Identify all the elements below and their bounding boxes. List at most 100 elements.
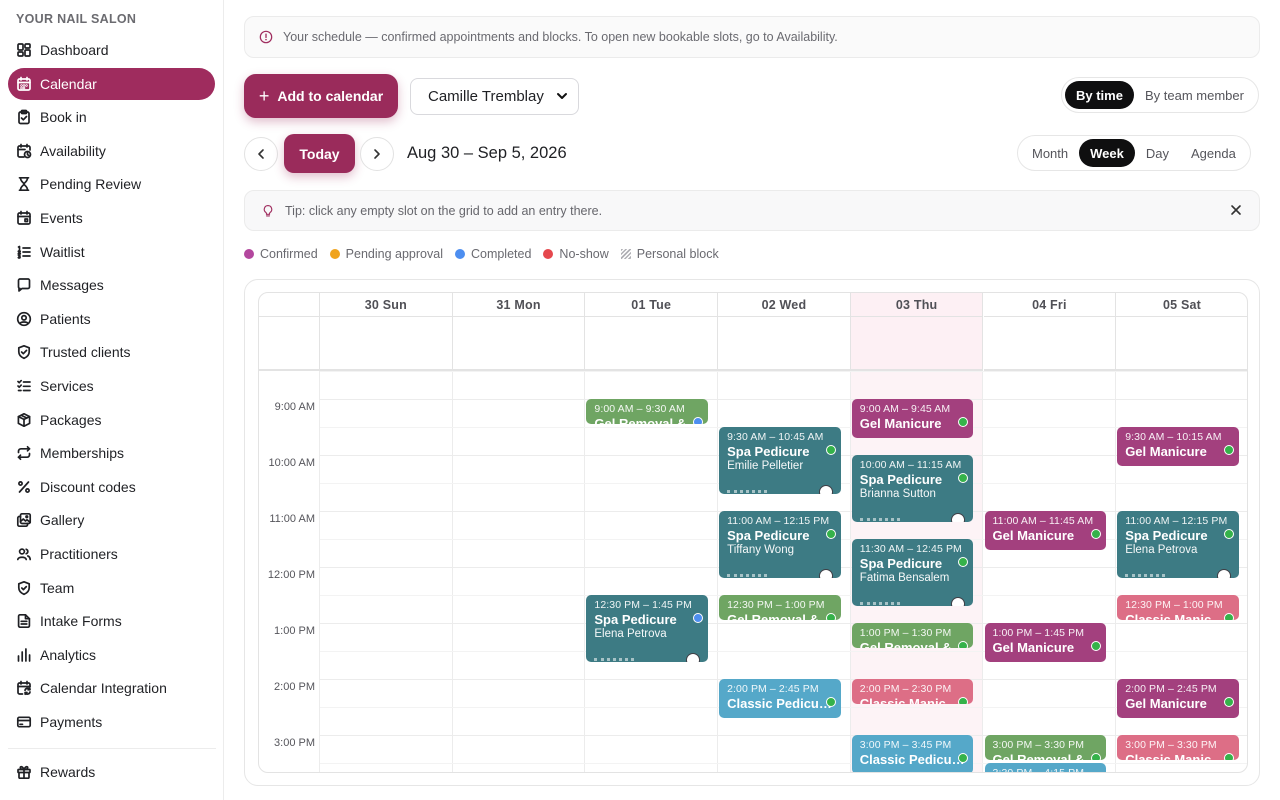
appointment-time: 12:30 PM – 1:45 PM bbox=[594, 599, 692, 611]
sidebar-item-availability[interactable]: Availability bbox=[8, 135, 215, 167]
sidebar-item-waitlist[interactable]: Waitlist bbox=[8, 236, 215, 268]
appointment-block[interactable]: 12:30 PM – 1:45 PM Spa Pedicure Elena Petr… bbox=[586, 595, 709, 662]
day-column[interactable] bbox=[585, 371, 719, 772]
all-day-cell[interactable] bbox=[983, 317, 1117, 371]
appointment-block[interactable]: 10:00 AM – 11:15 AM Spa Pedicure Brianna S… bbox=[851, 455, 974, 522]
status-dot bbox=[1223, 613, 1234, 620]
sidebar-item-label: Intake Forms bbox=[40, 613, 122, 630]
view-mode-by-team-member[interactable]: By team member bbox=[1134, 81, 1255, 109]
range-agenda[interactable]: Agenda bbox=[1180, 139, 1247, 167]
appointment-time: 9:00 AM – 9:45 AM bbox=[859, 403, 951, 415]
all-day-cell[interactable] bbox=[320, 317, 453, 371]
appointment-block[interactable]: 11:00 AM – 11:45 AM Gel Manicure bbox=[984, 511, 1107, 550]
legend-item: Completed bbox=[454, 247, 531, 261]
status-dot bbox=[1223, 697, 1234, 707]
all-day-cell[interactable] bbox=[452, 317, 586, 371]
appointment-time: 3:00 PM – 3:45 PM bbox=[859, 739, 952, 751]
sidebar-item-services[interactable]: Services bbox=[8, 370, 215, 402]
appointment-block[interactable]: 1:00 PM – 1:45 PM Gel Manicure bbox=[984, 623, 1107, 662]
appointment-service: Gel Removal & bbox=[594, 416, 687, 424]
add-to-calendar-button[interactable]: + Add to calendar bbox=[244, 74, 398, 118]
shield-check-icon bbox=[16, 344, 32, 360]
truncated-text bbox=[859, 518, 900, 522]
appointment-block[interactable]: 12:30 PM – 1:00 PM Classic Manic… bbox=[1117, 595, 1239, 620]
hour-gridline bbox=[320, 623, 1247, 624]
appointment-block[interactable]: 9:30 AM – 10:15 AM Gel Manicure bbox=[1117, 427, 1239, 466]
sidebar-item-intake-forms[interactable]: Intake Forms bbox=[8, 605, 215, 637]
sidebar-item-messages[interactable]: Messages bbox=[8, 269, 215, 301]
calendar-icon bbox=[16, 76, 32, 92]
appointment-time: 11:00 AM – 12:15 PM bbox=[727, 515, 830, 527]
all-day-cell[interactable] bbox=[585, 317, 719, 371]
appointment-block[interactable]: 3:00 PM – 3:30 PM Gel Removal & bbox=[984, 735, 1107, 760]
appointment-time: 12:30 PM – 1:00 PM bbox=[1125, 599, 1223, 611]
sidebar-item-team[interactable]: Team bbox=[8, 572, 215, 604]
sidebar-item-pending-review[interactable]: Pending Review bbox=[8, 168, 215, 200]
sidebar-item-patients[interactable]: Patients bbox=[8, 303, 215, 335]
range-day[interactable]: Day bbox=[1135, 139, 1180, 167]
range-month[interactable]: Month bbox=[1021, 139, 1079, 167]
appointment-block[interactable]: 12:30 PM – 1:00 PM Gel Removal & bbox=[719, 595, 841, 620]
appointment-block[interactable]: 9:30 AM – 10:45 AM Spa Pedicure Emilie Pel… bbox=[719, 427, 841, 494]
sidebar-item-dashboard[interactable]: Dashboard bbox=[8, 34, 215, 66]
time-label: 2:00 PM bbox=[274, 681, 315, 693]
day-column[interactable] bbox=[453, 371, 586, 772]
legend-label: Personal block bbox=[636, 247, 719, 261]
time-label: 10:00 AM bbox=[268, 457, 315, 469]
appointment-block[interactable]: 3:00 PM – 3:30 PM Classic Manic… bbox=[1117, 735, 1239, 760]
day-column[interactable] bbox=[320, 371, 453, 772]
sidebar-item-analytics[interactable]: Analytics bbox=[8, 639, 215, 671]
team-member-select[interactable]: Camille Tremblay bbox=[410, 78, 579, 115]
calendar-range-toggle: Month Week Day Agenda bbox=[1017, 135, 1251, 171]
hour-gridline bbox=[320, 651, 1247, 652]
appointment-block[interactable]: 3:00 PM – 3:45 PM Classic Pedicu… bbox=[851, 735, 974, 772]
sidebar-item-label: Gallery bbox=[40, 512, 85, 529]
today-button[interactable]: Today bbox=[284, 134, 355, 173]
time-gutter-allday bbox=[259, 317, 320, 371]
sidebar-item-payments[interactable]: Payments bbox=[8, 706, 215, 738]
sidebar-item-practitioners[interactable]: Practitioners bbox=[8, 538, 215, 570]
day-column[interactable] bbox=[984, 371, 1117, 772]
appointment-service: Gel Manicure bbox=[1125, 444, 1207, 459]
appointment-block[interactable]: 9:00 AM – 9:30 AM Gel Removal & bbox=[586, 399, 709, 424]
appointment-block[interactable]: 2:00 PM – 2:30 PM Classic Manic… bbox=[851, 679, 974, 704]
appointment-time: 11:30 AM – 12:45 PM bbox=[859, 543, 962, 555]
sidebar-item-label: Rewards bbox=[40, 764, 96, 780]
all-day-cell[interactable] bbox=[1116, 317, 1247, 371]
sidebar-item-events[interactable]: Events bbox=[8, 202, 215, 234]
sidebar-item-label: Discount codes bbox=[40, 478, 136, 495]
appointment-client: Tiffany Wong bbox=[727, 544, 794, 556]
appointment-time: 3:00 PM – 3:30 PM bbox=[992, 739, 1085, 751]
add-to-calendar-label: Add to calendar bbox=[277, 88, 384, 104]
previous-week-button[interactable] bbox=[244, 137, 278, 171]
sidebar-item-gallery[interactable]: Gallery bbox=[8, 504, 215, 536]
appointment-block[interactable]: 11:00 AM – 12:15 PM Spa Pedicure Tiffany W… bbox=[719, 511, 841, 578]
next-week-button[interactable] bbox=[360, 137, 394, 171]
appointment-block[interactable]: 11:30 AM – 12:45 PM Spa Pedicure Fatima Be… bbox=[851, 539, 974, 606]
sidebar-item-discount-codes[interactable]: Discount codes bbox=[8, 471, 215, 503]
appointment-block[interactable]: 9:00 AM – 9:45 AM Gel Manicure bbox=[851, 399, 974, 438]
sidebar-item-calendar-integration[interactable]: Calendar Integration bbox=[8, 672, 215, 704]
appointment-block[interactable]: 2:00 PM – 2:45 PM Gel Manicure bbox=[1117, 679, 1239, 718]
appointment-service: Classic Manic… bbox=[1125, 752, 1225, 760]
appointment-block[interactable]: 11:00 AM – 12:15 PM Spa Pedicure Elena Pet… bbox=[1117, 511, 1239, 578]
appointment-service: Gel Removal & bbox=[727, 612, 819, 620]
sidebar-item-packages[interactable]: Packages bbox=[8, 404, 215, 436]
sidebar-item-rewards[interactable]: Rewards bbox=[8, 756, 215, 788]
appointment-block[interactable]: 1:00 PM – 1:30 PM Gel Removal & bbox=[851, 623, 974, 648]
view-mode-by-time[interactable]: By time bbox=[1065, 81, 1134, 109]
appointment-block[interactable]: 3:30 PM – 4:15 PM bbox=[984, 763, 1107, 772]
sidebar-item-label: Memberships bbox=[40, 445, 125, 462]
sidebar-item-calendar[interactable]: Calendar bbox=[8, 67, 215, 100]
close-icon[interactable] bbox=[1229, 203, 1243, 217]
sidebar-item-book-in[interactable]: Book in bbox=[8, 101, 215, 133]
status-dot bbox=[693, 613, 704, 623]
all-day-cell[interactable] bbox=[718, 317, 851, 371]
calendar-event-icon bbox=[16, 210, 32, 226]
appointment-block[interactable]: 2:00 PM – 2:45 PM Classic Pedicu… bbox=[719, 679, 841, 718]
sidebar-item-trusted-clients[interactable]: Trusted clients bbox=[8, 336, 215, 368]
all-day-cell[interactable] bbox=[850, 317, 984, 371]
range-week[interactable]: Week bbox=[1079, 139, 1135, 167]
sidebar-item-memberships[interactable]: Memberships bbox=[8, 437, 215, 469]
week-calendar-grid: 30 Sun 31 Mon 01 Tue 02 Wed 03 Thu 04 Fri 05 S… bbox=[258, 292, 1248, 773]
